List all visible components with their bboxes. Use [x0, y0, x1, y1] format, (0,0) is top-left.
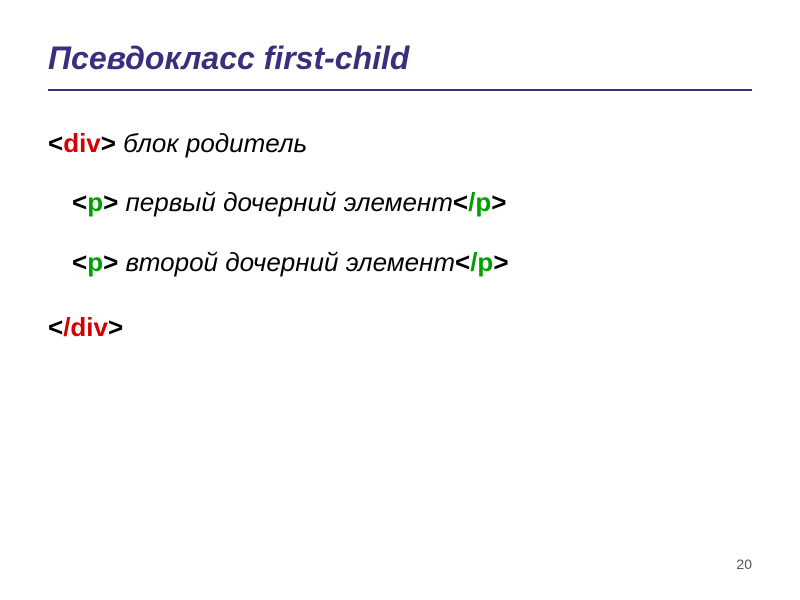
- angle-bracket-close: >: [108, 312, 123, 342]
- slide-container: Псевдокласс first-child <div> блок родит…: [0, 0, 800, 600]
- angle-bracket-open: <: [48, 312, 63, 342]
- slide-title: Псевдокласс first-child: [48, 40, 752, 77]
- comment-second-child: второй дочерний элемент: [126, 247, 456, 277]
- tag-div-open: div: [63, 128, 101, 158]
- code-line-4: </div>: [48, 303, 752, 352]
- angle-bracket-close: >: [491, 187, 506, 217]
- angle-bracket-close: >: [101, 128, 116, 158]
- angle-bracket-close: >: [493, 247, 508, 277]
- angle-bracket-close: >: [103, 187, 125, 217]
- comment-parent: блок родитель: [116, 128, 307, 158]
- comment-first-child: первый дочерний элемент: [126, 187, 453, 217]
- tag-p-close: p: [475, 187, 491, 217]
- angle-bracket-open: <: [72, 247, 87, 277]
- tag-div-close: div: [70, 312, 108, 342]
- angle-bracket-open: <: [453, 187, 468, 217]
- code-line-1: <div> блок родитель: [48, 119, 752, 168]
- angle-bracket-open: <: [455, 247, 470, 277]
- tag-p-open: p: [87, 187, 103, 217]
- slide-content: <div> блок родитель <p> первый дочерний …: [48, 119, 752, 353]
- title-underline: [48, 89, 752, 91]
- angle-bracket-open: <: [72, 187, 87, 217]
- code-line-3: <p> второй дочерний элемент</p>: [48, 238, 752, 287]
- tag-p-open: p: [87, 247, 103, 277]
- angle-bracket-close: >: [103, 247, 125, 277]
- angle-bracket-open: <: [48, 128, 63, 158]
- code-line-2: <p> первый дочерний элемент</p>: [48, 178, 752, 227]
- tag-p-close: p: [477, 247, 493, 277]
- page-number: 20: [736, 556, 752, 572]
